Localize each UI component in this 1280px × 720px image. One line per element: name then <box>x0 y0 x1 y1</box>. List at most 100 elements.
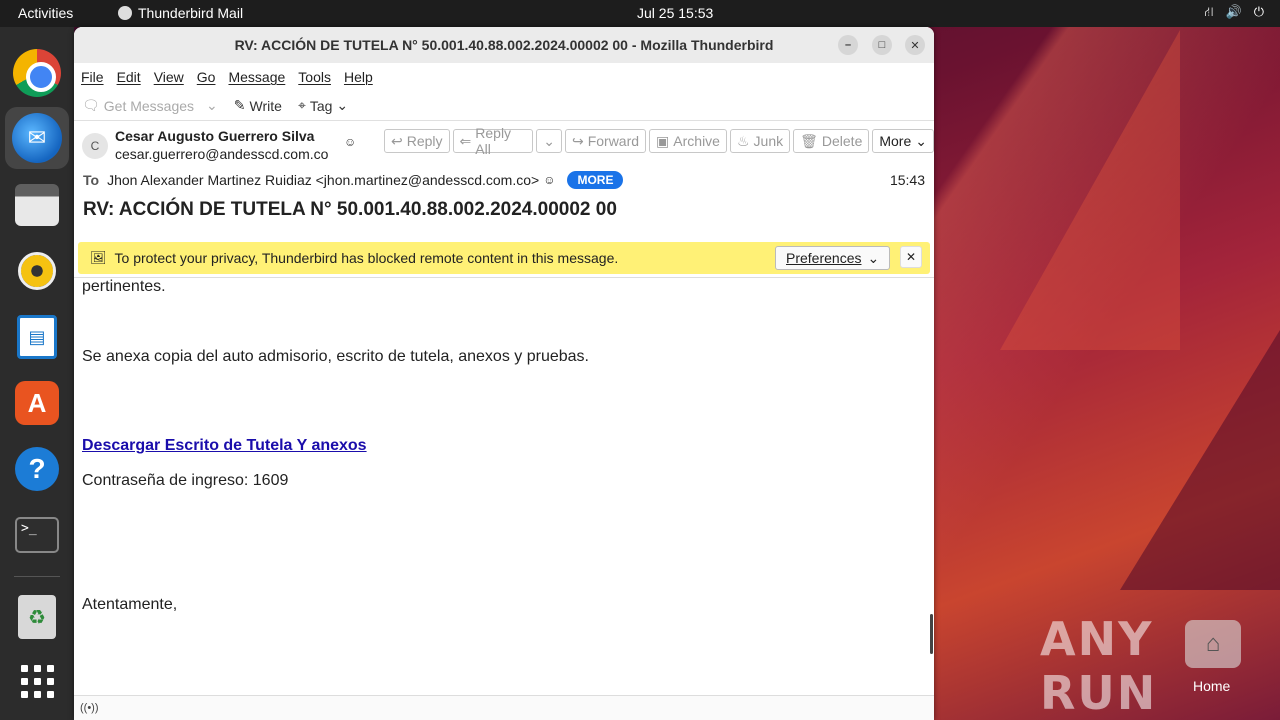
watermark: ANY RUN <box>1040 612 1158 720</box>
chevron-down-icon: ⌄ <box>867 249 880 266</box>
menu-bar: File Edit View Go Message Tools Help <box>74 63 934 91</box>
trash-icon: ♻ <box>18 595 56 639</box>
title-bar[interactable]: RV: ACCIÓN DE TUTELA N° 50.001.40.88.002… <box>74 27 934 63</box>
chevron-down-icon[interactable]: ⌄ <box>206 97 218 114</box>
chevron-down-icon: ⌄ <box>336 97 349 113</box>
dock-app-center[interactable]: A <box>13 379 61 427</box>
reply-all-icon: ⇐ <box>459 132 472 149</box>
tag-button[interactable]: ⌖ Tag ⌄ <box>298 97 348 114</box>
menu-tools[interactable]: Tools <box>298 69 331 85</box>
more-recipients-button[interactable]: MORE <box>567 171 624 189</box>
dock-writer[interactable]: ▤ <box>13 313 61 361</box>
forward-label: Forward <box>587 133 640 149</box>
thunderbird-window: RV: ACCIÓN DE TUTELA N° 50.001.40.88.002… <box>74 27 934 720</box>
junk-icon: ♨ <box>736 132 750 149</box>
reply-icon: ↩ <box>391 132 403 149</box>
download-link[interactable]: Descargar Escrito de Tutela Y anexos <box>82 437 367 454</box>
dock-terminal[interactable]: >_ <box>13 511 61 559</box>
home-folder-label[interactable]: Home <box>1193 678 1230 694</box>
top-bar: Activities Thunderbird Mail Jul 25 15:53… <box>0 0 1280 27</box>
archive-icon: ▣ <box>656 132 670 149</box>
dock-trash[interactable]: ♻ <box>13 593 61 641</box>
menu-go[interactable]: Go <box>197 69 216 85</box>
chevron-down-icon: ⌄ <box>915 132 927 149</box>
scrollbar[interactable] <box>930 614 933 654</box>
contact-icon[interactable]: ☺ <box>543 173 555 187</box>
dock-rhythmbox[interactable] <box>13 247 61 295</box>
minimize-button[interactable]: – <box>838 35 858 55</box>
volume-icon: 🔊 <box>1225 4 1242 19</box>
more-label: More <box>879 133 912 149</box>
add-contact-icon[interactable]: ☺ <box>344 135 356 149</box>
activities-button[interactable]: Activities <box>18 5 73 21</box>
notice-text: To protect your privacy, Thunderbird has… <box>114 250 619 266</box>
tag-icon: ⌖ <box>297 97 306 113</box>
reply-button[interactable]: ↩ Reply <box>384 129 450 153</box>
remote-content-notice: 🖼 To protect your privacy, Thunderbird h… <box>78 242 930 274</box>
message-time: 15:43 <box>889 172 925 188</box>
forward-button[interactable]: ↪ Forward <box>564 129 647 153</box>
reply-all-button[interactable]: ⇐ Reply All <box>452 125 534 157</box>
to-label: To <box>83 172 100 188</box>
close-button[interactable]: ✕ <box>905 35 925 55</box>
menu-message[interactable]: Message <box>228 69 285 85</box>
archive-label: Archive <box>673 133 720 149</box>
maximize-button[interactable]: □ <box>872 35 892 55</box>
system-tray[interactable]: ⛙ 🔊 ⏻ <box>1204 4 1264 22</box>
preferences-label: Preferences <box>786 250 862 266</box>
home-folder-icon[interactable]: ⌂ <box>1185 620 1241 668</box>
avatar: C <box>82 133 108 159</box>
close-notice-button[interactable]: ✕ <box>900 246 922 268</box>
dock-separator <box>14 576 60 577</box>
dock: ✉ ▤ A ? >_ ♻ <box>0 27 74 720</box>
forward-icon: ↪ <box>571 132 584 149</box>
activity-icon[interactable]: ((•)) <box>80 702 99 714</box>
dock-chrome[interactable] <box>13 49 61 97</box>
body-text: pertinentes. <box>82 278 166 295</box>
network-icon: ⛙ <box>1204 4 1214 19</box>
dock-help[interactable]: ? <box>13 445 61 493</box>
delete-label: Delete <box>821 133 863 149</box>
get-messages-label: Get Messages <box>103 97 195 114</box>
chevron-down-icon: ⌄ <box>543 132 555 149</box>
archive-button[interactable]: ▣ Archive <box>649 129 727 153</box>
preferences-button[interactable]: Preferences ⌄ <box>775 246 891 270</box>
files-icon <box>15 184 59 226</box>
get-messages-button[interactable]: 🗨 Get Messages ⌄ <box>82 97 218 114</box>
sender-name[interactable]: Cesar Augusto Guerrero Silva <box>115 127 328 145</box>
status-bar: ((•)) <box>74 695 934 720</box>
message-actions: ↩ Reply ⇐ Reply All ⌄ ↪ Forward ▣ Archive ♨ J… <box>384 125 934 157</box>
dock-show-apps[interactable] <box>13 657 61 705</box>
main-toolbar: 🗨 Get Messages ⌄ ✎ Write ⌖ Tag ⌄ <box>74 91 934 121</box>
menu-help[interactable]: Help <box>344 69 373 85</box>
tag-label: Tag <box>309 97 333 114</box>
reply-all-label: Reply All <box>475 125 512 157</box>
junk-label: Junk <box>753 133 784 149</box>
recipient[interactable]: Jhon Alexander Martinez Ruidiaz <jhon.ma… <box>107 172 539 188</box>
sender-block: C Cesar Augusto Guerrero Silva cesar.gue… <box>82 127 328 163</box>
rhythmbox-icon <box>18 252 56 290</box>
trash-icon: 🗑 <box>800 132 818 149</box>
sender-email[interactable]: cesar.guerrero@andesscd.com.co <box>115 145 328 163</box>
write-button[interactable]: ✎ Write <box>234 97 282 114</box>
dock-thunderbird[interactable]: ✉ <box>5 107 69 169</box>
delete-button[interactable]: 🗑 Delete <box>793 129 870 153</box>
dock-files[interactable] <box>13 181 61 229</box>
help-icon: ? <box>15 447 59 491</box>
app-name-label: Thunderbird Mail <box>138 5 244 21</box>
terminal-icon: >_ <box>15 517 59 553</box>
power-icon: ⏻ <box>1253 4 1264 19</box>
reply-dropdown-button[interactable]: ⌄ <box>536 129 562 153</box>
writer-icon: ▤ <box>17 315 57 359</box>
recipient-line: To Jhon Alexander Martinez Ruidiaz <jhon… <box>83 171 624 189</box>
reply-label: Reply <box>406 133 443 149</box>
thunderbird-icon: ✉ <box>12 113 62 163</box>
menu-view[interactable]: View <box>154 69 184 85</box>
menu-file[interactable]: File <box>81 69 104 85</box>
app-menu[interactable]: Thunderbird Mail <box>118 5 243 21</box>
menu-edit[interactable]: Edit <box>117 69 141 85</box>
body-text: Atentamente, <box>82 596 178 613</box>
more-button[interactable]: More ⌄ <box>872 129 934 153</box>
clock[interactable]: Jul 25 15:53 <box>637 5 713 21</box>
junk-button[interactable]: ♨ Junk <box>729 129 791 153</box>
